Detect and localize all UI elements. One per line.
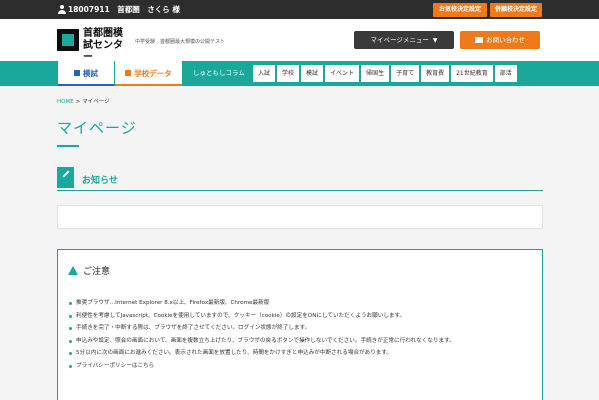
- nav-item-club[interactable]: 部活: [494, 65, 517, 82]
- envelope-icon: [475, 37, 483, 43]
- breadcrumb-current: マイページ: [82, 99, 110, 105]
- section-divider: [57, 190, 543, 191]
- nav-item-event[interactable]: イベント: [325, 65, 360, 82]
- privacy-policy-link[interactable]: プライバシーポリシーはこちら: [68, 363, 538, 370]
- mypage-menu-label: マイページメニュー: [370, 36, 429, 44]
- tab-exam-label: 模試: [83, 69, 98, 78]
- caution-title: ご注意: [83, 267, 111, 277]
- breadcrumb-separator: >: [75, 99, 81, 105]
- notice-section-title: お知らせ: [82, 176, 118, 186]
- tab-school-data-label: 学校データ: [134, 69, 172, 78]
- list-item: 推奨ブラウザ…Internet Explorer 8.x以上、Firefox最新…: [68, 300, 538, 307]
- contact-label: お問い合わせ: [486, 36, 525, 44]
- tab-exam[interactable]: 模試: [58, 61, 114, 86]
- user-icon: [58, 5, 66, 14]
- nav-item-parenting[interactable]: 子育て: [391, 65, 420, 82]
- mypage-menu-button[interactable]: マイページメニュー ▼: [354, 31, 454, 49]
- site-header: 首都圏模試センター 中学受験 首都圏最大規模の公開テスト マイページメニュー ▼ …: [0, 19, 599, 64]
- title-underline: [57, 145, 79, 147]
- user-info: 18007911 首都圏 さくら 様: [68, 5, 180, 14]
- list-item: 利便性を考慮してJavascript、Cookieを使用していますので、クッキー…: [68, 313, 538, 320]
- main-nav: 模試 学校データ しゅともしコラム 入試 学校 模試 イベント 帰国生 子育て …: [0, 61, 599, 86]
- list-item: 申込みや設定、照会の画面において、画面を複数立ち上げたり、ブラウザの戻るボタンで…: [68, 338, 538, 345]
- column-label: しゅともしコラム: [193, 69, 245, 77]
- school-icon: [125, 70, 132, 76]
- nav-item-21c-education[interactable]: 21世紀教育: [451, 65, 493, 82]
- caution-box: ご注意 推奨ブラウザ…Internet Explorer 8.x以上、Firef…: [57, 249, 543, 400]
- logo-text[interactable]: 首都圏模試センター: [83, 28, 129, 64]
- nav-item-school[interactable]: 学校: [277, 65, 300, 82]
- breadcrumb-home[interactable]: HOME: [57, 99, 74, 105]
- nav-items: 入試 学校 模試 イベント 帰国生 子育て 教育費 21世紀教育 部活: [253, 65, 517, 82]
- contact-button[interactable]: お問い合わせ: [460, 31, 540, 49]
- nav-item-entrance[interactable]: 入試: [253, 65, 276, 82]
- caution-list: 推奨ブラウザ…Internet Explorer 8.x以上、Firefox最新…: [68, 300, 538, 375]
- chevron-down-icon: ▼: [432, 37, 438, 44]
- list-item: 手続きを完了・中断する際は、ブラウザを終了させてください。ログイン状態が終了しま…: [68, 325, 538, 332]
- list-item: 5分以内に次の画面にお進みください。表示された画面を放置したり、時間をかけすぎと…: [68, 350, 538, 357]
- page-title: マイページ: [57, 119, 137, 137]
- nav-item-education-cost[interactable]: 教育費: [421, 65, 450, 82]
- tab-school-data[interactable]: 学校データ: [115, 61, 182, 86]
- nav-item-exam[interactable]: 模試: [301, 65, 324, 82]
- notice-box: [57, 205, 543, 229]
- top-bar: 18007911 首都圏 さくら 様 お気校決定設定 併願校決定設定: [0, 0, 599, 19]
- breadcrumb: HOME > マイページ: [57, 97, 110, 105]
- book-icon: [74, 70, 80, 76]
- favorite-settings-button[interactable]: お気校決定設定: [433, 3, 487, 17]
- caution-heading: ご注意: [68, 264, 110, 277]
- logo-mark[interactable]: [57, 29, 79, 51]
- nav-item-returnee[interactable]: 帰国生: [361, 65, 390, 82]
- pencil-icon: [57, 167, 74, 188]
- exam-settings-button[interactable]: 併願校決定設定: [490, 3, 542, 17]
- tagline: 中学受験 首都圏最大規模の公開テスト: [135, 39, 226, 45]
- warning-icon: [68, 266, 78, 275]
